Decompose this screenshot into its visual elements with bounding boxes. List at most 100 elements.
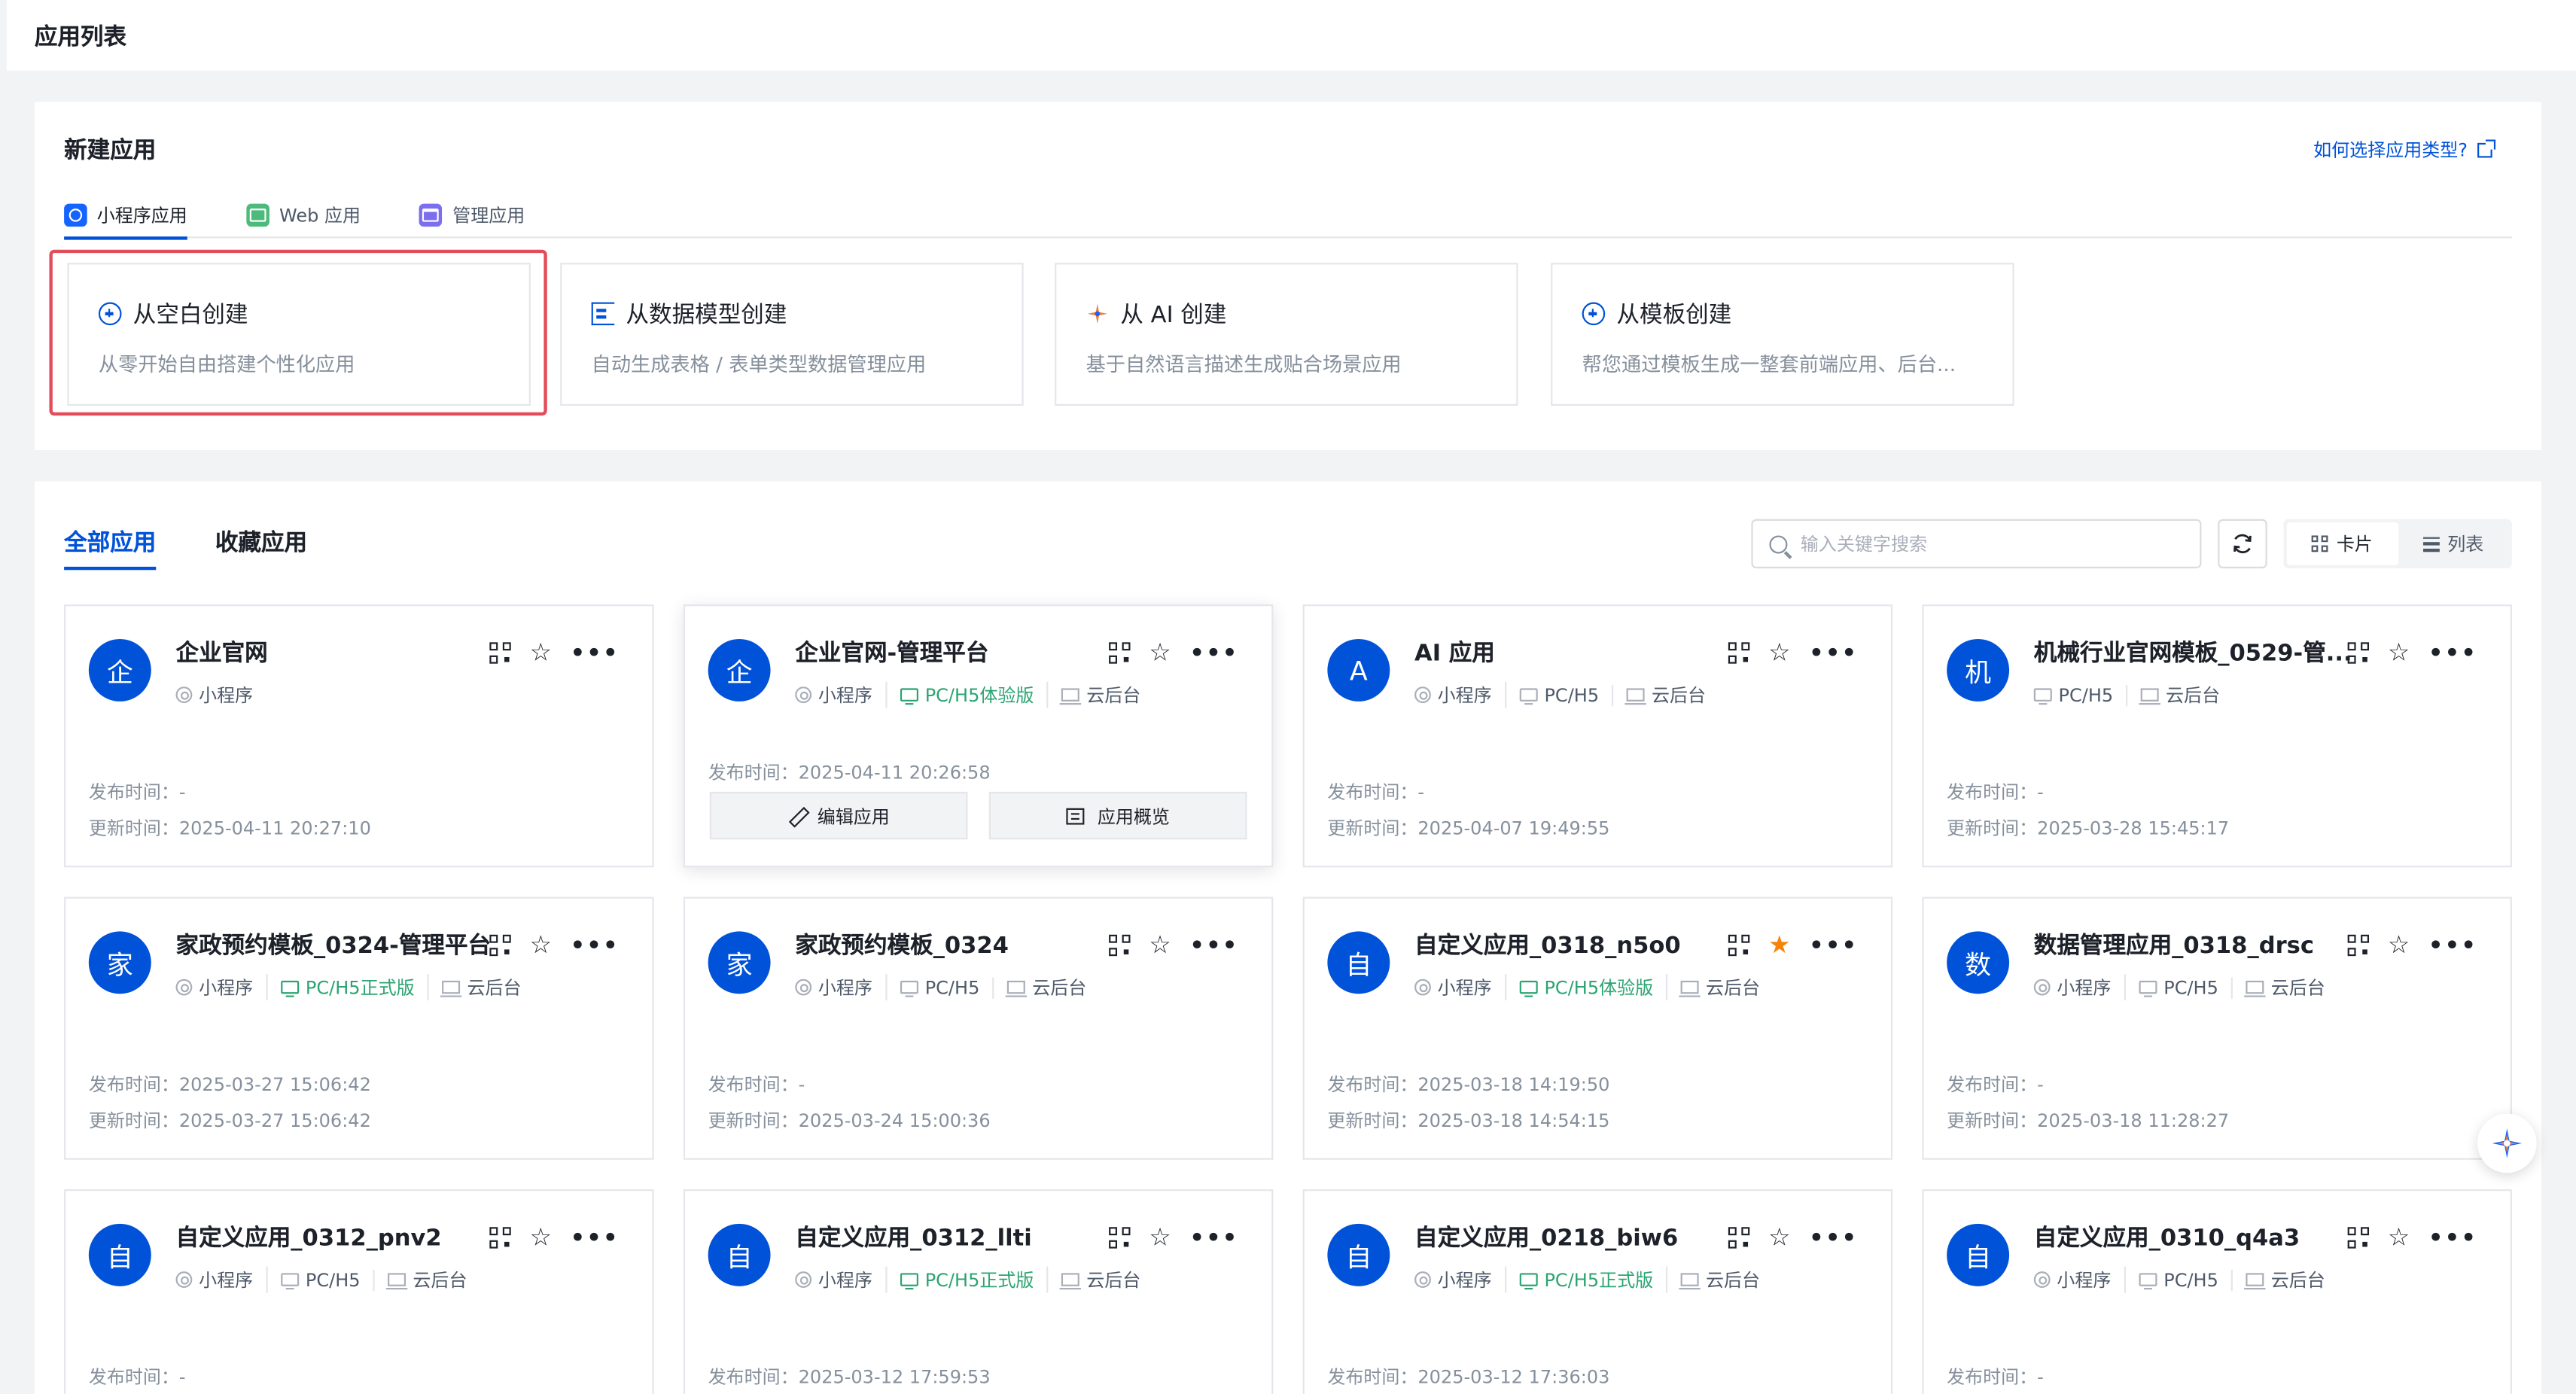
star-icon[interactable]: ☆ — [2386, 933, 2412, 958]
app-tag: PC/H5 — [900, 976, 994, 998]
qr-code-icon[interactable] — [1728, 934, 1750, 957]
qr-code-icon[interactable] — [489, 1227, 512, 1249]
tab-web-app[interactable]: Web 应用 — [246, 192, 361, 238]
app-card[interactable]: 企 企业官网 小程序 ☆ ••• 发布时间：- 更新时间：2025-04-11 2… — [64, 604, 654, 868]
qr-code-icon[interactable] — [1109, 934, 1131, 957]
edit-app-label: 编辑应用 — [817, 805, 890, 827]
app-card[interactable]: 自 自定义应用_0318_n5o0 小程序 PC/H5体验版 云后台 ★ ••• 发… — [1302, 896, 1893, 1160]
app-name[interactable]: 自定义应用_0310_q4a3 — [2034, 1221, 2362, 1254]
app-name[interactable]: 家政预约模板_0324-管理平台 — [176, 928, 504, 961]
app-name[interactable]: 自定义应用_0312_pnv2 — [176, 1221, 504, 1254]
cloud-console-icon — [1060, 1273, 1082, 1290]
more-options-icon[interactable]: ••• — [1809, 934, 1858, 957]
star-icon[interactable]: ☆ — [2386, 640, 2412, 665]
qr-code-icon[interactable] — [1109, 642, 1131, 664]
star-icon[interactable]: ☆ — [1766, 1225, 1792, 1250]
qr-code-icon[interactable] — [2347, 934, 2370, 957]
app-card[interactable]: 自 自定义应用_0310_q4a3 小程序 PC/H5 云后台 ☆ ••• 发布时间… — [1922, 1189, 2512, 1394]
more-options-icon[interactable]: ••• — [2428, 1226, 2477, 1249]
more-options-icon[interactable]: ••• — [1189, 641, 1238, 665]
app-card[interactable]: 企 企业官网-管理平台 小程序 PC/H5体验版 云后台 ☆ ••• 发布时间：20… — [683, 604, 1274, 868]
tab-admin-app[interactable]: 管理应用 — [419, 192, 525, 238]
create-blank-card[interactable]: 从空白创建 从零开始自由搭建个性化应用 — [67, 263, 531, 406]
qr-code-icon[interactable] — [2347, 642, 2370, 664]
more-options-icon[interactable]: ••• — [571, 1226, 620, 1249]
qr-code-icon[interactable] — [1728, 642, 1750, 664]
star-icon[interactable]: ☆ — [1147, 640, 1174, 665]
more-options-icon[interactable]: ••• — [571, 934, 620, 957]
more-options-icon[interactable]: ••• — [2428, 641, 2477, 665]
app-card[interactable]: A AI 应用 小程序 PC/H5 云后台 ☆ ••• 发布时间：- 更新时间：202… — [1302, 604, 1893, 868]
app-card[interactable]: 机 机械行业官网模板_0529-管... PC/H5 云后台 ☆ ••• 发布时间… — [1922, 604, 2512, 868]
published-label: 发布时间： — [1947, 1366, 2038, 1389]
cloud-console-icon — [440, 980, 462, 997]
app-card[interactable]: 家 家政预约模板_0324-管理平台 小程序 PC/H5正式版 云后台 ☆ ••• … — [64, 896, 654, 1160]
app-tags: PC/H5 云后台 — [2033, 682, 2246, 708]
app-name[interactable]: 企业官网 — [176, 636, 504, 669]
updated-label: 更新时间： — [1947, 817, 2038, 840]
star-icon[interactable]: ☆ — [1147, 933, 1174, 958]
app-overview-button[interactable]: 应用概览 — [988, 791, 1247, 840]
app-tag-label: 小程序 — [818, 685, 872, 707]
qr-code-icon[interactable] — [2347, 1227, 2370, 1249]
app-name[interactable]: 企业官网-管理平台 — [795, 636, 1123, 669]
app-name[interactable]: 自定义应用_0318_n5o0 — [1414, 928, 1743, 961]
tab-mini-program[interactable]: 小程序应用 — [64, 192, 187, 240]
app-name[interactable]: 机械行业官网模板_0529-管... — [2034, 636, 2362, 669]
star-icon[interactable]: ☆ — [528, 933, 554, 958]
more-options-icon[interactable]: ••• — [1189, 934, 1238, 957]
app-name[interactable]: 自定义应用_0312_llti — [795, 1221, 1123, 1254]
star-icon[interactable]: ☆ — [1147, 1225, 1174, 1250]
monitor-icon — [900, 980, 918, 997]
app-name[interactable]: 家政预约模板_0324 — [795, 928, 1123, 961]
refresh-button[interactable] — [2218, 519, 2267, 569]
star-icon[interactable]: ☆ — [528, 1225, 554, 1250]
app-avatar: 自 — [88, 1223, 151, 1286]
star-icon[interactable]: ★ — [1766, 933, 1792, 958]
tab-favorite-apps[interactable]: 收藏应用 — [215, 525, 307, 570]
app-tag-label: 小程序 — [1437, 977, 1492, 999]
app-card[interactable]: 自 自定义应用_0218_biw6 小程序 PC/H5正式版 云后台 ☆ ••• 发… — [1302, 1189, 1893, 1394]
app-name[interactable]: 自定义应用_0218_biw6 — [1414, 1221, 1743, 1254]
app-card[interactable]: 自 自定义应用_0312_pnv2 小程序 PC/H5 云后台 ☆ ••• 发布时间… — [64, 1189, 654, 1394]
app-tag: 云后台 — [1060, 1267, 1153, 1293]
create-from-data-model-card[interactable]: 从数据模型创建 自动生成表格 / 表单类型数据管理应用 — [560, 263, 1024, 406]
app-type-help-link[interactable]: 如何选择应用类型? — [2313, 136, 2496, 163]
edit-app-button[interactable]: 编辑应用 — [709, 791, 968, 840]
create-option-title: 从数据模型创建 — [626, 302, 787, 329]
tab-all-apps[interactable]: 全部应用 — [64, 525, 157, 571]
more-options-icon[interactable]: ••• — [1809, 641, 1858, 665]
mini-program-icon — [1414, 686, 1431, 704]
app-name[interactable]: 数据管理应用_0318_drsc — [2034, 928, 2362, 961]
app-card[interactable]: 自 自定义应用_0312_llti 小程序 PC/H5正式版 云后台 ☆ ••• 发… — [683, 1189, 1274, 1394]
app-name[interactable]: AI 应用 — [1414, 636, 1743, 669]
help-link-label[interactable]: 如何选择应用类型? — [2313, 136, 2468, 163]
qr-code-icon[interactable] — [1109, 1227, 1131, 1249]
updated-time: 更新时间：2025-03-27 15:06:42 — [89, 1107, 371, 1134]
list-view-button[interactable]: 列表 — [2398, 522, 2508, 565]
star-icon[interactable]: ☆ — [528, 640, 554, 665]
card-view-button[interactable]: 卡片 — [2286, 522, 2398, 565]
app-tag: 小程序 — [2033, 1266, 2127, 1293]
updated-label: 更新时间： — [1327, 1110, 1418, 1132]
more-options-icon[interactable]: ••• — [571, 641, 620, 665]
app-card[interactable]: 数 数据管理应用_0318_drsc 小程序 PC/H5 云后台 ☆ ••• 发布时… — [1922, 896, 2512, 1160]
search-input[interactable] — [1800, 533, 2163, 555]
more-options-icon[interactable]: ••• — [1809, 1226, 1858, 1249]
more-options-icon[interactable]: ••• — [1189, 1226, 1238, 1249]
app-avatar: 家 — [708, 931, 771, 994]
qr-code-icon[interactable] — [489, 642, 512, 664]
create-from-template-card[interactable]: 从模板创建 帮您通过模板生成一整套前端应用、后台... — [1551, 263, 2014, 406]
qr-code-icon[interactable] — [1728, 1227, 1750, 1249]
app-tag-label: 小程序 — [2057, 1269, 2112, 1292]
create-from-ai-card[interactable]: 从 AI 创建 基于自然语言描述生成贴合场景应用 — [1055, 263, 1518, 406]
app-card[interactable]: 家 家政预约模板_0324 小程序 PC/H5 云后台 ☆ ••• 发布时间：- 更新… — [683, 896, 1274, 1160]
star-icon[interactable]: ☆ — [1766, 640, 1792, 665]
star-icon[interactable]: ☆ — [2386, 1225, 2412, 1250]
qr-code-icon[interactable] — [489, 934, 512, 957]
app-tag: 云后台 — [2139, 682, 2233, 708]
new-app-heading: 新建应用 — [64, 138, 157, 165]
more-options-icon[interactable]: ••• — [2428, 934, 2477, 957]
app-tag: PC/H5 — [2033, 683, 2128, 706]
ai-assistant-button[interactable] — [2477, 1113, 2537, 1173]
